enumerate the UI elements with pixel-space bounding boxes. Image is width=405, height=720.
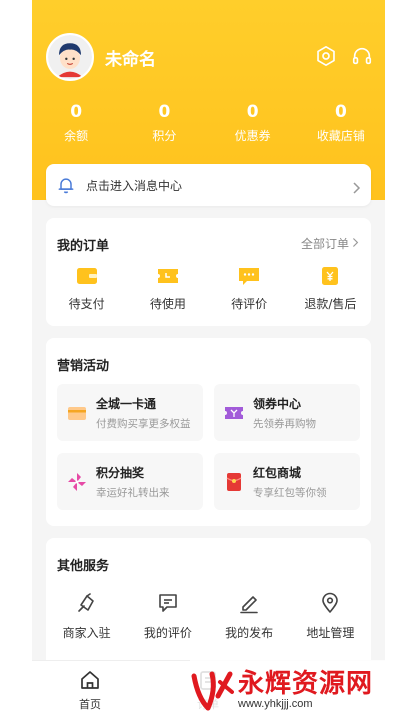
ticket-icon [157, 266, 179, 286]
red-envelope-icon [224, 472, 244, 492]
avatar[interactable] [46, 33, 94, 81]
service-merchant-join[interactable]: 商家入驻 [46, 592, 127, 641]
services-card: 其他服务 商家入驻 我的评价 我的发布 地址管理 [46, 538, 371, 668]
stat-value: 0 [334, 102, 347, 122]
marketing-item-subtitle: 付费购买享更多权益 [96, 417, 191, 430]
stat-favorite-stores[interactable]: 0 收藏店铺 [297, 102, 385, 144]
stat-label: 优惠券 [234, 129, 271, 143]
marketing-city-card[interactable]: 全城一卡通 付费购买享更多权益 [57, 384, 203, 441]
all-orders-link[interactable]: 全部订单 [301, 235, 359, 252]
pinwheel-icon [67, 472, 87, 492]
service-label: 商家入驻 [62, 626, 111, 640]
marketing-item-subtitle: 专享红包等你领 [253, 486, 327, 499]
stat-value: 0 [246, 102, 259, 122]
watermark-text: 永辉资源网 [238, 669, 374, 699]
order-label: 待评价 [231, 297, 268, 311]
location-icon [319, 592, 341, 614]
marketing-points-lottery[interactable]: 积分抽奖 幸运好礼转出来 [57, 453, 203, 510]
tab-label: 首页 [79, 698, 101, 711]
stat-coupons[interactable]: 0 优惠券 [209, 102, 297, 144]
refund-icon [319, 266, 341, 286]
service-my-reviews[interactable]: 我的评价 [127, 592, 208, 641]
orders-title: 我的订单 [57, 239, 110, 254]
watermark-url: www.yhkjjj.com [238, 698, 313, 710]
service-label: 我的评价 [143, 626, 192, 640]
all-orders-label: 全部订单 [300, 237, 349, 251]
marketing-item-title: 全城一卡通 [96, 396, 157, 411]
order-label: 待使用 [149, 297, 186, 311]
message-center-text: 点击进入消息中心 [86, 178, 183, 193]
stats-row: 0 余额 0 积分 0 优惠券 0 收藏店铺 [32, 102, 385, 144]
order-refund[interactable]: 退款/售后 [290, 266, 371, 312]
tab-home[interactable]: 首页 [60, 669, 120, 712]
stat-label: 余额 [64, 129, 89, 143]
card-icon [67, 403, 87, 423]
stat-value: 0 [158, 102, 171, 122]
review-icon [157, 592, 179, 614]
stat-value: 0 [70, 102, 83, 122]
stat-points[interactable]: 0 积分 [120, 102, 208, 144]
stat-label: 收藏店铺 [316, 129, 365, 143]
chevron-right-icon [351, 179, 361, 194]
stat-label: 积分 [152, 129, 177, 143]
marketing-item-title: 积分抽奖 [96, 465, 145, 480]
wallet-icon [76, 266, 98, 286]
marketing-item-title: 红包商城 [253, 465, 302, 480]
settings-icon[interactable] [315, 45, 337, 67]
service-label: 我的发布 [225, 626, 274, 640]
services-title: 其他服务 [57, 559, 110, 574]
stat-balance[interactable]: 0 余额 [32, 102, 120, 144]
order-pending-payment[interactable]: 待支付 [46, 266, 127, 312]
orders-card: 我的订单 全部订单 待支付 待使用 待评价 退款/售后 [46, 218, 371, 326]
home-icon [79, 669, 101, 691]
service-address-management[interactable]: 地址管理 [290, 592, 371, 641]
marketing-item-subtitle: 先领券再购物 [253, 417, 316, 430]
marketing-coupon-center[interactable]: 领券中心 先领券再购物 [214, 384, 360, 441]
order-to-review[interactable]: 待评价 [209, 266, 290, 312]
coupon-icon [224, 403, 244, 423]
bell-icon [56, 175, 76, 195]
service-label: 地址管理 [306, 626, 355, 640]
marketing-title: 营销活动 [57, 359, 110, 374]
message-center-bar[interactable]: 点击进入消息中心 [46, 164, 371, 206]
chevron-right-icon [351, 237, 359, 251]
headset-icon[interactable] [351, 45, 373, 67]
service-my-posts[interactable]: 我的发布 [209, 592, 290, 641]
marketing-red-envelope-mall[interactable]: 红包商城 专享红包等你领 [214, 453, 360, 510]
watermark-logo-icon [190, 668, 234, 712]
merchant-icon [76, 592, 98, 614]
username: 未命名 [105, 49, 156, 70]
order-label: 退款/售后 [304, 297, 357, 311]
profile-block[interactable]: 未命名 [46, 33, 156, 81]
comment-icon [238, 266, 260, 286]
marketing-item-title: 领券中心 [253, 396, 302, 411]
phone-screen: 未命名 0 余额 0 积分 0 优惠券 0 收藏店铺 点击进入消息中心 我的订单… [32, 0, 385, 720]
order-to-use[interactable]: 待使用 [127, 266, 208, 312]
edit-icon [238, 592, 260, 614]
marketing-card: 营销活动 全城一卡通 付费购买享更多权益 领券中心 先领券再购物 积分抽奖 幸运… [46, 338, 371, 526]
watermark: 永辉资源网 www.yhkjjj.com [190, 660, 405, 720]
marketing-item-subtitle: 幸运好礼转出来 [96, 486, 170, 499]
order-label: 待支付 [68, 297, 105, 311]
